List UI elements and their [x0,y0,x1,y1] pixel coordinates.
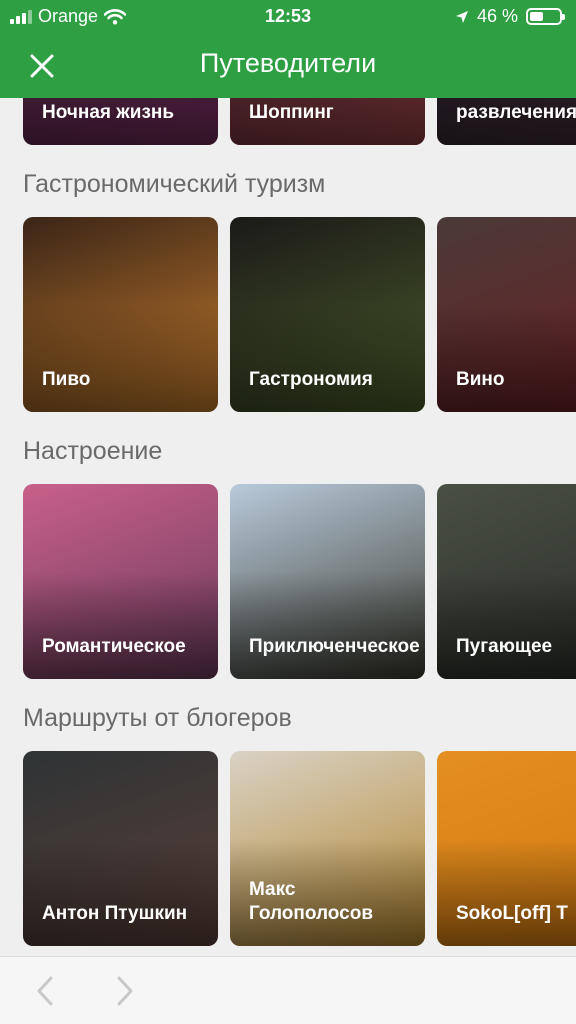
card-label: Шоппинг [249,102,334,123]
guide-card-blogger-ptushkin[interactable]: Антон Птушкин [23,751,218,946]
guides-content: Ночная жизнь Шоппинг развлечения Гастрон… [0,0,576,956]
card-label: Романтическое [42,636,186,657]
card-label: Вино [456,369,505,390]
card-label: Пугающее [456,636,553,657]
card-label: Ночная жизнь [42,102,175,123]
app-header: Orange 12:53 46 % Путеводители [0,0,576,98]
section-title-gastronomy: Гастрономический туризм [23,170,326,198]
card-label: Пиво [42,369,91,390]
card-label: Антон Птушкин [42,903,188,924]
guide-card-blogger-golopolosov[interactable]: Макс Голополосов [230,751,425,946]
guide-card-scary[interactable]: Пугающее [437,484,576,679]
battery-percent: 46 % [476,6,518,26]
chevron-left-icon [37,976,53,1006]
guide-card-wine[interactable]: Вино [437,217,576,412]
page-title: Путеводители [199,48,377,78]
category-row-bloggers: Антон Птушкин Макс Голополосов SokoL[off… [23,751,576,946]
card-label: Макс Голополосов [249,879,374,924]
card-label: Приключенческое [249,636,420,657]
location-arrow-icon [455,10,468,23]
battery-icon [526,8,565,25]
chevron-right-icon [117,976,133,1006]
guide-card-romantic[interactable]: Романтическое [23,484,218,679]
category-row-gastronomy: Пиво Гастрономия Вино [23,217,576,412]
navigation-bar: Путеводители [0,34,576,98]
card-label: SokoL[off] T [456,903,568,924]
guide-card-beer[interactable]: Пиво [23,217,218,412]
guide-card-adventure[interactable]: Приключенческое [230,484,425,679]
status-bar: Orange 12:53 46 % [0,0,576,34]
guide-card-blogger-sokoloff[interactable]: SokoL[off] T [437,751,576,946]
browser-toolbar [0,956,576,1024]
category-row-mood: Романтическое Приключенческое Пугающее [23,484,576,679]
back-button[interactable] [30,973,60,1009]
forward-button[interactable] [110,973,140,1009]
guide-card-gastronomy[interactable]: Гастрономия [230,217,425,412]
section-title-mood: Настроение [23,437,163,465]
section-title-bloggers: Маршруты от блогеров [23,704,292,732]
card-label: Гастрономия [249,369,373,390]
card-label: развлечения [456,102,576,123]
